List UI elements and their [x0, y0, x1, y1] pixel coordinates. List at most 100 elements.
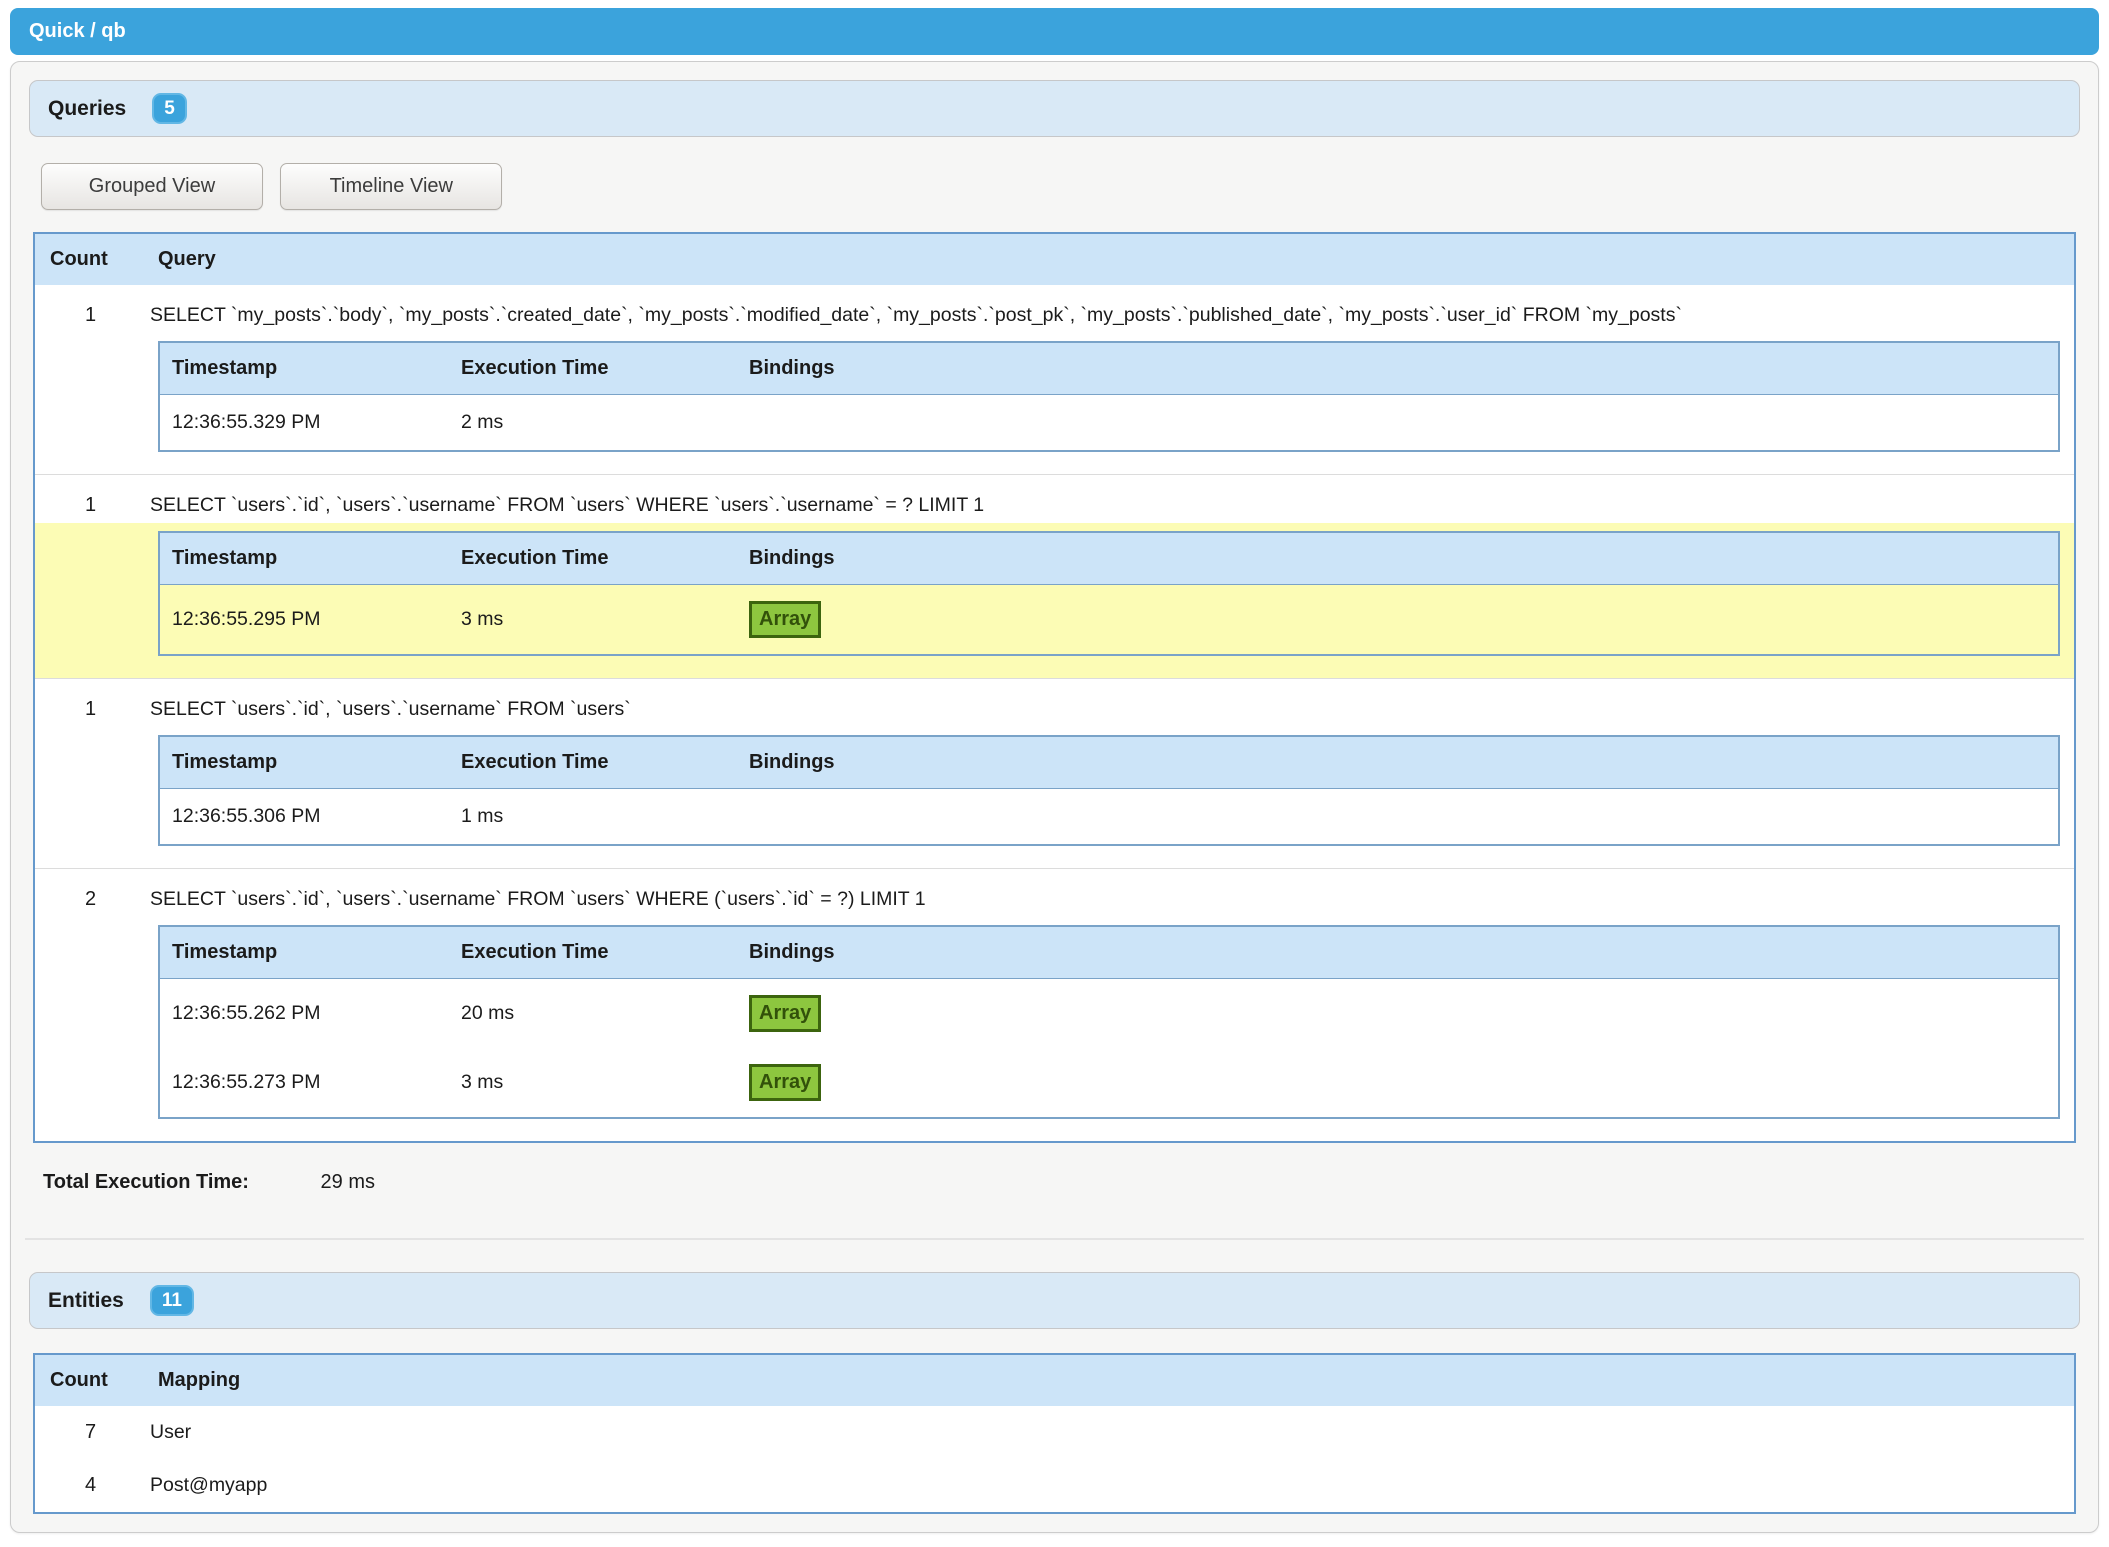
entity-row: 7User	[34, 1406, 2075, 1459]
execution-time-column-header: Execution Time	[449, 342, 737, 395]
entity-mapping: User	[146, 1406, 2075, 1459]
execution-bindings: Array	[737, 585, 2059, 656]
executions-body: 12:36:55.329 PM2 ms	[159, 395, 2059, 452]
entities-mapping-column-header: Mapping	[146, 1354, 2075, 1406]
execution-row: 12:36:55.329 PM2 ms	[159, 395, 2059, 452]
entity-count: 7	[34, 1406, 146, 1459]
total-execution-time-label: Total Execution Time:	[43, 1171, 249, 1193]
query-sql: SELECT `users`.`id`, `users`.`username` …	[146, 869, 2075, 918]
timestamp-column-header: Timestamp	[159, 736, 449, 789]
execution-row: 12:36:55.262 PM20 ms Array	[159, 979, 2059, 1049]
query-row: 1 SELECT `users`.`id`, `users`.`username…	[34, 679, 2075, 728]
queries-section-content: Grouped View Timeline View Count Query 1…	[33, 163, 2076, 1194]
executions-table: Timestamp Execution Time Bindings 12:36:…	[158, 341, 2060, 452]
execution-time: 2 ms	[449, 395, 737, 452]
entities-section-title: Entities	[48, 1289, 124, 1313]
query-count: 1	[34, 475, 146, 524]
bindings-array-button[interactable]: Array	[749, 1064, 821, 1101]
entities-section-header[interactable]: Entities 11	[29, 1272, 2080, 1329]
queries-table-header-row: Count Query	[34, 233, 2075, 285]
entities-table-header-row: Count Mapping	[34, 1354, 2075, 1406]
execution-timestamp: 12:36:55.329 PM	[159, 395, 449, 452]
execution-time-column-header: Execution Time	[449, 926, 737, 979]
execution-time-column-header: Execution Time	[449, 532, 737, 585]
entities-section-content: Count Mapping 7User4Post@myapp	[33, 1353, 2076, 1514]
execution-timestamp: 12:36:55.273 PM	[159, 1048, 449, 1118]
total-execution-time-value: 29 ms	[321, 1171, 375, 1193]
execution-bindings: Array	[737, 1048, 2059, 1118]
execution-row: 12:36:55.273 PM3 ms Array	[159, 1048, 2059, 1118]
timing-cell: Timestamp Execution Time Bindings 12:36:…	[34, 333, 2075, 475]
executions-body: 12:36:55.262 PM20 msArray12:36:55.273 PM…	[159, 979, 2059, 1119]
debugger-panel: Queries 5 Grouped View Timeline View Cou…	[10, 61, 2099, 1533]
timing-row: Timestamp Execution Time Bindings 12:36:…	[34, 333, 2075, 475]
entity-mapping: Post@myapp	[146, 1459, 2075, 1513]
timeline-view-button[interactable]: Timeline View	[280, 163, 502, 210]
timing-row: Timestamp Execution Time Bindings 12:36:…	[34, 523, 2075, 679]
query-row: 2 SELECT `users`.`id`, `users`.`username…	[34, 869, 2075, 918]
executions-body: 12:36:55.306 PM1 ms	[159, 789, 2059, 846]
execution-time: 3 ms	[449, 585, 737, 656]
execution-timestamp: 12:36:55.262 PM	[159, 979, 449, 1049]
executions-table: Timestamp Execution Time Bindings 12:36:…	[158, 925, 2060, 1119]
executions-body: 12:36:55.295 PM3 ms Array	[159, 585, 2059, 656]
bindings-array-button[interactable]: Array	[749, 995, 821, 1032]
count-column-header: Count	[34, 233, 146, 285]
entities-count-badge: 11	[150, 1285, 194, 1316]
entities-count-column-header: Count	[34, 1354, 146, 1406]
query-sql: SELECT `users`.`id`, `users`.`username` …	[146, 475, 2075, 524]
timing-cell: Timestamp Execution Time Bindings 12:36:…	[34, 917, 2075, 1142]
queries-section-title: Queries	[48, 97, 126, 121]
timing-row: Timestamp Execution Time Bindings 12:36:…	[34, 727, 2075, 869]
executions-table: Timestamp Execution Time Bindings 12:36:…	[158, 735, 2060, 846]
entities-table-body: 7User4Post@myapp	[34, 1406, 2075, 1513]
query-count: 1	[34, 285, 146, 333]
queries-section-header[interactable]: Queries 5	[29, 80, 2080, 137]
query-row: 1 SELECT `users`.`id`, `users`.`username…	[34, 475, 2075, 524]
execution-row: 12:36:55.306 PM1 ms	[159, 789, 2059, 846]
entities-table: Count Mapping 7User4Post@myapp	[33, 1353, 2076, 1514]
timestamp-column-header: Timestamp	[159, 532, 449, 585]
panel-titlebar[interactable]: Quick / qb	[10, 8, 2099, 55]
query-count: 1	[34, 679, 146, 728]
executions-header-row: Timestamp Execution Time Bindings	[159, 926, 2059, 979]
timestamp-column-header: Timestamp	[159, 926, 449, 979]
query-row: 1 SELECT `my_posts`.`body`, `my_posts`.`…	[34, 285, 2075, 333]
view-toggle-row: Grouped View Timeline View	[41, 163, 2076, 210]
query-count: 2	[34, 869, 146, 918]
entity-count: 4	[34, 1459, 146, 1513]
query-sql: SELECT `users`.`id`, `users`.`username` …	[146, 679, 2075, 728]
executions-header-row: Timestamp Execution Time Bindings	[159, 532, 2059, 585]
executions-table: Timestamp Execution Time Bindings 12:36:…	[158, 531, 2060, 656]
timestamp-column-header: Timestamp	[159, 342, 449, 395]
timing-cell: Timestamp Execution Time Bindings 12:36:…	[34, 727, 2075, 869]
query-sql: SELECT `my_posts`.`body`, `my_posts`.`cr…	[146, 285, 2075, 333]
execution-timestamp: 12:36:55.295 PM	[159, 585, 449, 656]
execution-time: 20 ms	[449, 979, 737, 1049]
bindings-column-header: Bindings	[737, 532, 2059, 585]
execution-time-column-header: Execution Time	[449, 736, 737, 789]
timing-row: Timestamp Execution Time Bindings 12:36:…	[34, 917, 2075, 1142]
queries-count-badge: 5	[152, 93, 187, 124]
timing-cell: Timestamp Execution Time Bindings 12:36:…	[34, 523, 2075, 679]
execution-time: 3 ms	[449, 1048, 737, 1118]
section-divider	[25, 1238, 2084, 1240]
execution-bindings: Array	[737, 979, 2059, 1049]
execution-bindings	[737, 395, 2059, 452]
execution-row: 12:36:55.295 PM3 ms Array	[159, 585, 2059, 656]
query-column-header: Query	[146, 233, 2075, 285]
execution-time: 1 ms	[449, 789, 737, 846]
entity-row: 4Post@myapp	[34, 1459, 2075, 1513]
bindings-array-button[interactable]: Array	[749, 601, 821, 638]
execution-bindings	[737, 789, 2059, 846]
queries-table: Count Query 1 SELECT `my_posts`.`body`, …	[33, 232, 2076, 1143]
execution-timestamp: 12:36:55.306 PM	[159, 789, 449, 846]
queries-table-body: 1 SELECT `my_posts`.`body`, `my_posts`.`…	[34, 285, 2075, 1142]
executions-header-row: Timestamp Execution Time Bindings	[159, 736, 2059, 789]
executions-header-row: Timestamp Execution Time Bindings	[159, 342, 2059, 395]
bindings-column-header: Bindings	[737, 342, 2059, 395]
bindings-column-header: Bindings	[737, 736, 2059, 789]
bindings-column-header: Bindings	[737, 926, 2059, 979]
grouped-view-button[interactable]: Grouped View	[41, 163, 263, 210]
total-execution-time: Total Execution Time: 29 ms	[43, 1171, 2076, 1194]
